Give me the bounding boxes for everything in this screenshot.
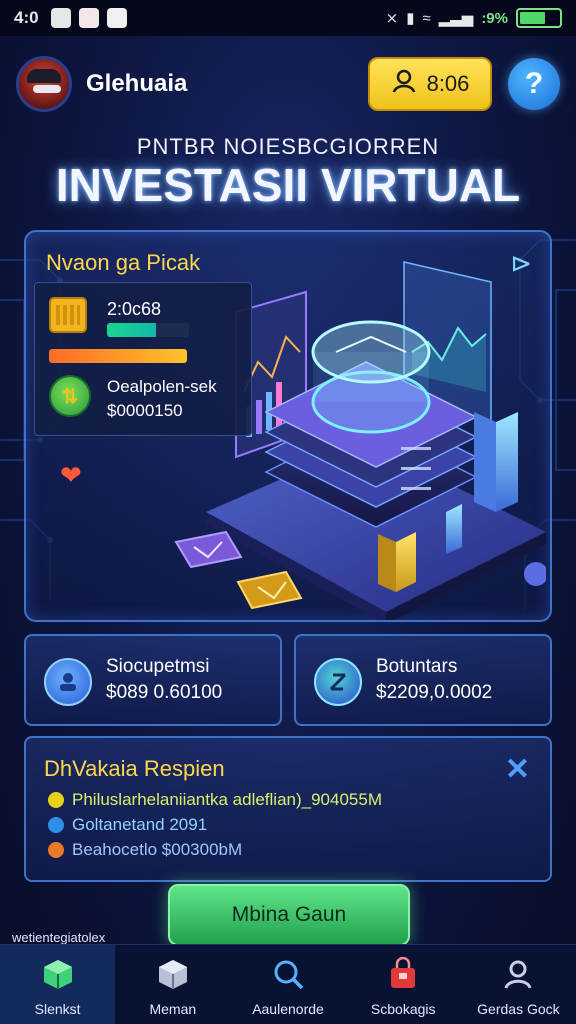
gem-icon (48, 842, 64, 858)
main-action-button[interactable]: Mbina Gaun (168, 884, 410, 946)
mail-notification-icon (78, 8, 99, 28)
hero-panel[interactable]: Nvaon ga Picak ⊳ 2:0c68 ⇅ Oealpolen-sek … (24, 230, 552, 622)
progress-bar-green (107, 323, 189, 337)
info-card-left[interactable]: Siocupetmsi $089 0.60100 (24, 634, 282, 726)
reward-item-text: Beahocetlo $00300bM (72, 840, 243, 859)
signal-icon: ▂▃▅ (438, 10, 474, 27)
reward-item[interactable]: Philuslarhelaniiantka adleflian)_904055M (48, 790, 382, 810)
nav-item-aaulenorde[interactable]: Aaulenorde (230, 945, 345, 1024)
close-notification-icon (106, 8, 127, 28)
progress-bar-orange (49, 349, 187, 363)
profile-icon (501, 957, 535, 991)
close-icon[interactable]: ✕ (505, 752, 530, 787)
nav-label: Gerdas Gock (477, 1001, 560, 1017)
avatar[interactable] (16, 56, 72, 112)
info-card-right[interactable]: Botuntars $2209,0.0002 (294, 634, 552, 726)
stat-label-secondary: Oealpolen-sek (107, 377, 217, 396)
username: Glehuaia (86, 70, 188, 97)
reward-item-text: Philuslarhelaniiantka adleflian)_904055M (72, 790, 382, 809)
info-value-left: $089 0.60100 (106, 682, 223, 703)
help-icon: ? (524, 67, 544, 100)
info-label-right: Botuntars (376, 656, 458, 677)
nav-label: Slenkst (34, 1001, 81, 1017)
coin-exchange-icon: ⇅ (49, 375, 91, 417)
mute-icon: ⨯ (385, 10, 399, 27)
nav-item-gerdas-gock[interactable]: Gerdas Gock (461, 945, 576, 1024)
diamond-icon (48, 817, 64, 833)
nav-label: Meman (149, 1001, 197, 1017)
info-value-right: $2209,0.0002 (376, 682, 493, 703)
hero-stat-card[interactable]: 2:0c68 ⇅ Oealpolen-sek $0000150 (34, 282, 252, 436)
stat-value-primary: 2:0c68 (107, 299, 162, 319)
calculator-icon (49, 297, 87, 333)
coin-balance: 8:06 (426, 71, 470, 96)
info-label-left: Siocupetmsi (106, 656, 210, 677)
nav-label: Aaulenorde (252, 1001, 324, 1017)
nav-item-scbokagis[interactable]: Scbokagis (346, 945, 461, 1024)
battery-percent: :9% (481, 9, 508, 27)
vibrate-icon: ▮ (406, 10, 415, 27)
nav-label: Scbokagis (370, 1001, 436, 1017)
hero-title: Nvaon ga Picak (46, 250, 201, 275)
wifi-icon: ≈ (422, 9, 431, 27)
stat-value-secondary: $0000150 (107, 401, 183, 420)
coin-icon (48, 792, 64, 808)
footnote-text: wetientegiatolex (12, 930, 106, 945)
top-header: Glehuaia 8:06 ? (16, 52, 560, 116)
daily-reward-panel: DhVakaia Respien ✕ Philuslarhelaniiantka… (24, 736, 552, 882)
user-badge-icon (44, 658, 92, 706)
status-time: 4:0 (14, 8, 39, 27)
glowing-ring (311, 320, 431, 434)
help-button[interactable]: ? (508, 58, 560, 110)
battery-icon (516, 8, 562, 28)
chart-badge-icon (314, 658, 362, 706)
app-notification-icon (50, 8, 71, 28)
glow-orb (524, 562, 546, 586)
status-bar: 4:0 ⨯ ▮ ≈ ▂▃▅ :9% (0, 0, 576, 36)
search-icon (271, 957, 305, 991)
bag-icon (386, 957, 420, 991)
coin-balance-button[interactable]: 8:06 (368, 57, 492, 111)
user-icon (391, 68, 417, 101)
cube-icon (41, 957, 75, 991)
reward-item[interactable]: Goltanetand 2091 (48, 815, 207, 835)
floating-coin-gold (236, 570, 303, 610)
page-subtitle: PNTBR NOIESBCGIORREN (136, 134, 440, 159)
reward-item-text: Goltanetand 2091 (72, 815, 208, 834)
forward-arrow-icon[interactable]: ⊳ (510, 248, 532, 279)
nav-item-slenkst[interactable]: Slenkst (0, 945, 116, 1024)
heart-icon[interactable]: ❤ (60, 460, 82, 491)
reward-title: DhVakaia Respien (44, 756, 225, 781)
reward-item[interactable]: Beahocetlo $00300bM (48, 840, 242, 860)
status-indicators: ⨯ ▮ ≈ ▂▃▅ :9% (386, 8, 562, 28)
box-icon (156, 957, 190, 991)
bottom-nav: Slenkst Meman Aaulenorde Scbokagis Gerda… (0, 944, 576, 1024)
page-title: INVESTASII VIRTUAL (55, 159, 521, 211)
nav-item-meman[interactable]: Meman (115, 945, 230, 1024)
